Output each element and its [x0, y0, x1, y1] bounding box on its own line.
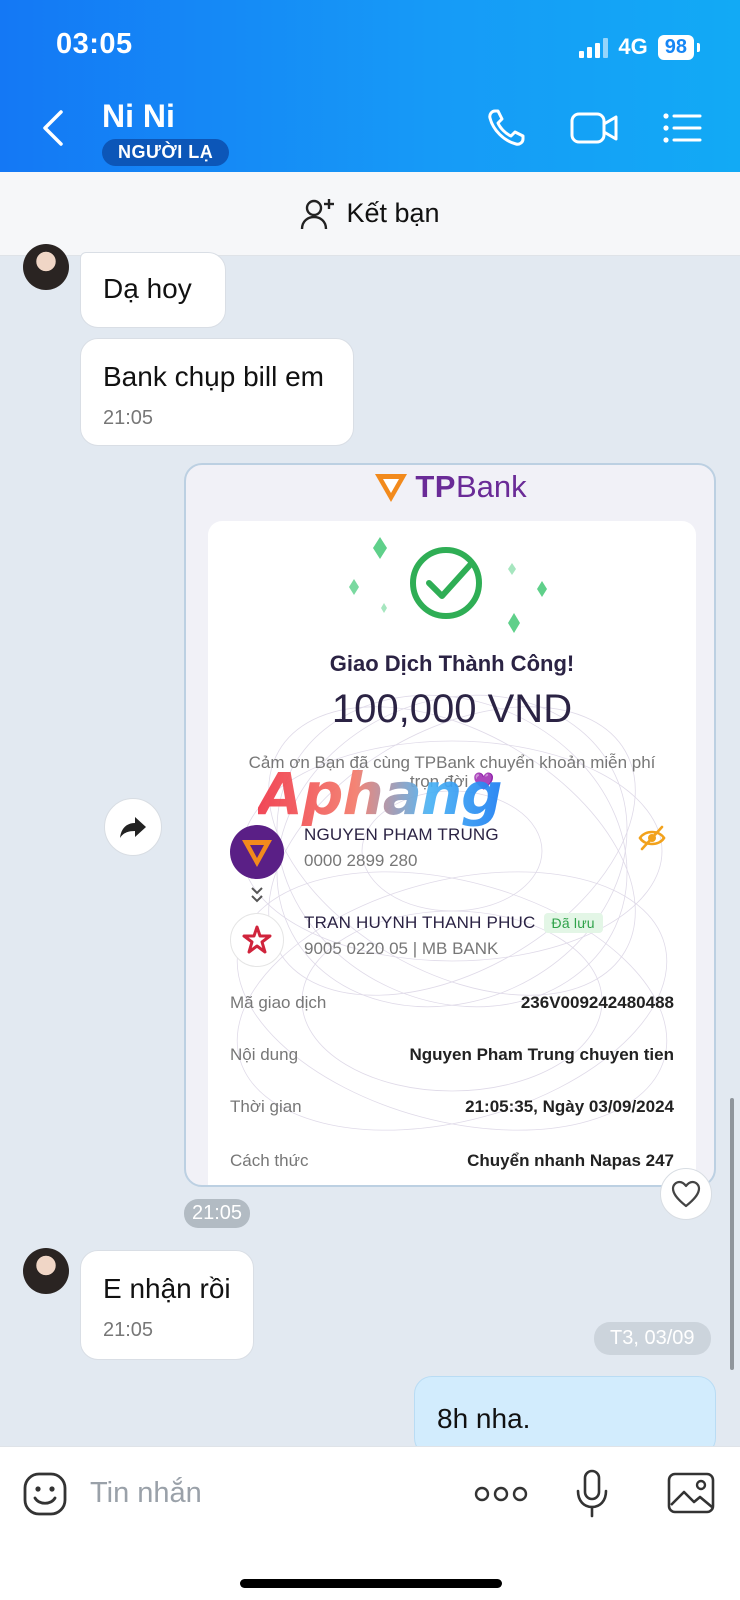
transaction-amount: 100,000 VND: [331, 687, 573, 731]
date-separator: T3, 03/09: [594, 1322, 711, 1355]
tpbank-logo-icon: [242, 840, 272, 867]
row-value: Nguyen Pham Trung chuyen tien: [409, 1045, 674, 1064]
add-friend-bar[interactable]: Kết bạn: [0, 172, 740, 256]
message-time: 21:05: [103, 407, 154, 429]
tpbank-logo-icon: [375, 474, 408, 502]
add-user-icon: [301, 198, 335, 229]
list-icon[interactable]: [662, 108, 702, 148]
chevron-down-icon: [251, 887, 263, 903]
contact-name[interactable]: Ni Ni: [102, 98, 175, 135]
avatar[interactable]: [23, 1248, 69, 1294]
scrollbar[interactable]: [730, 1098, 734, 1370]
tpbank-logo: TP Bank: [186, 465, 714, 509]
message-bubble[interactable]: Dạ hoy: [80, 252, 226, 328]
row-value: Chuyển nhanh Napas 247: [467, 1151, 674, 1170]
stranger-badge: NGƯỜI LẠ: [102, 139, 230, 166]
message-time: 21:05: [103, 1319, 154, 1341]
row-label: Mã giao dịch: [230, 993, 327, 1012]
status-time: 03:05: [56, 28, 133, 60]
eye-off-icon[interactable]: [638, 825, 666, 851]
sender-bank-logo: [230, 825, 284, 879]
tpbank-bank: Bank: [455, 469, 527, 504]
receiver-account: 9005 0220 05 | MB BANK: [304, 939, 499, 958]
row-label: Nội dung: [230, 1045, 299, 1064]
saved-tag: Đã lưu: [543, 913, 603, 933]
message-bubble[interactable]: E nhận rồi 21:05: [80, 1250, 254, 1360]
home-indicator: [240, 1579, 502, 1588]
sender-account: 0000 2899 280: [304, 851, 418, 870]
message-time: 21:05: [184, 1199, 251, 1228]
row-value: 236V009242480488: [520, 993, 674, 1012]
receiver-name-text: TRAN HUYNH THANH PHUC: [304, 913, 536, 932]
tpbank-tp: TP: [415, 469, 456, 504]
share-button[interactable]: [104, 798, 162, 856]
sender-name: NGUYEN PHAM TRUNG: [304, 825, 499, 844]
receiver-name: TRAN HUYNH THANH PHUC Đã lưu: [304, 913, 603, 933]
image-icon[interactable]: [666, 1471, 716, 1515]
message-text: Bank chụp bill em: [103, 361, 325, 392]
message-text: 8h nha.: [437, 1403, 531, 1434]
message-input[interactable]: Tin nhắn: [90, 1477, 202, 1510]
signal-icon: [579, 36, 609, 58]
like-button[interactable]: [660, 1168, 712, 1220]
status-indicators: 4G 98: [579, 34, 701, 60]
chevron-left-icon[interactable]: [40, 108, 66, 148]
avatar[interactable]: [23, 244, 69, 290]
watermark: Aphang: [258, 760, 503, 828]
phone-icon[interactable]: [486, 108, 526, 148]
heart-icon: [671, 1180, 701, 1208]
more-dots-icon[interactable]: [474, 1485, 528, 1503]
receiver-bank-logo: [230, 913, 284, 967]
share-icon: [120, 817, 146, 838]
add-friend-label: Kết bạn: [346, 198, 440, 228]
video-icon[interactable]: [570, 108, 618, 148]
message-text: Dạ hoy: [103, 273, 192, 304]
success-check-icon: [349, 537, 547, 633]
mbbank-logo-icon: [242, 925, 272, 954]
microphone-icon[interactable]: [574, 1469, 610, 1519]
receipt-card: Giao Dịch Thành Công! 100,000 VND Cảm ơn…: [208, 521, 696, 1185]
transaction-title: Giao Dịch Thành Công!: [329, 651, 575, 676]
row-value: 21:05:35, Ngày 03/09/2024: [465, 1097, 674, 1116]
message-text: E nhận rồi: [103, 1273, 231, 1304]
message-bubble[interactable]: Bank chụp bill em 21:05: [80, 338, 354, 446]
row-label: Cách thức: [230, 1151, 309, 1170]
emoji-icon[interactable]: [22, 1471, 68, 1517]
network-label: 4G: [618, 34, 648, 59]
message-input-bar: Tin nhắn: [0, 1446, 740, 1600]
row-label: Thời gian: [230, 1097, 302, 1116]
chat-header: 03:05 4G 98 Ni Ni NGƯỜI LẠ: [0, 0, 740, 172]
sent-message-bubble[interactable]: 8h nha.: [414, 1376, 716, 1456]
battery-indicator: 98: [657, 34, 701, 60]
